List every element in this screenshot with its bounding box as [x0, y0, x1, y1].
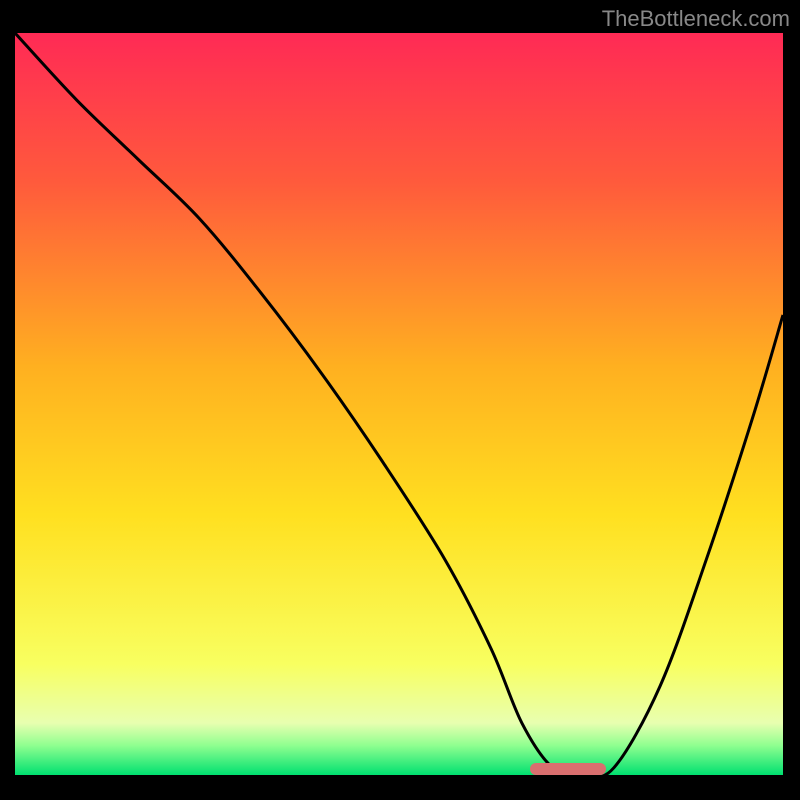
curve-layer	[15, 33, 783, 775]
watermark-text: TheBottleneck.com	[602, 6, 790, 32]
plot-frame	[12, 30, 786, 778]
chart-container: TheBottleneck.com	[0, 0, 800, 800]
bottleneck-curve	[15, 33, 783, 775]
optimal-range-marker	[530, 763, 607, 775]
